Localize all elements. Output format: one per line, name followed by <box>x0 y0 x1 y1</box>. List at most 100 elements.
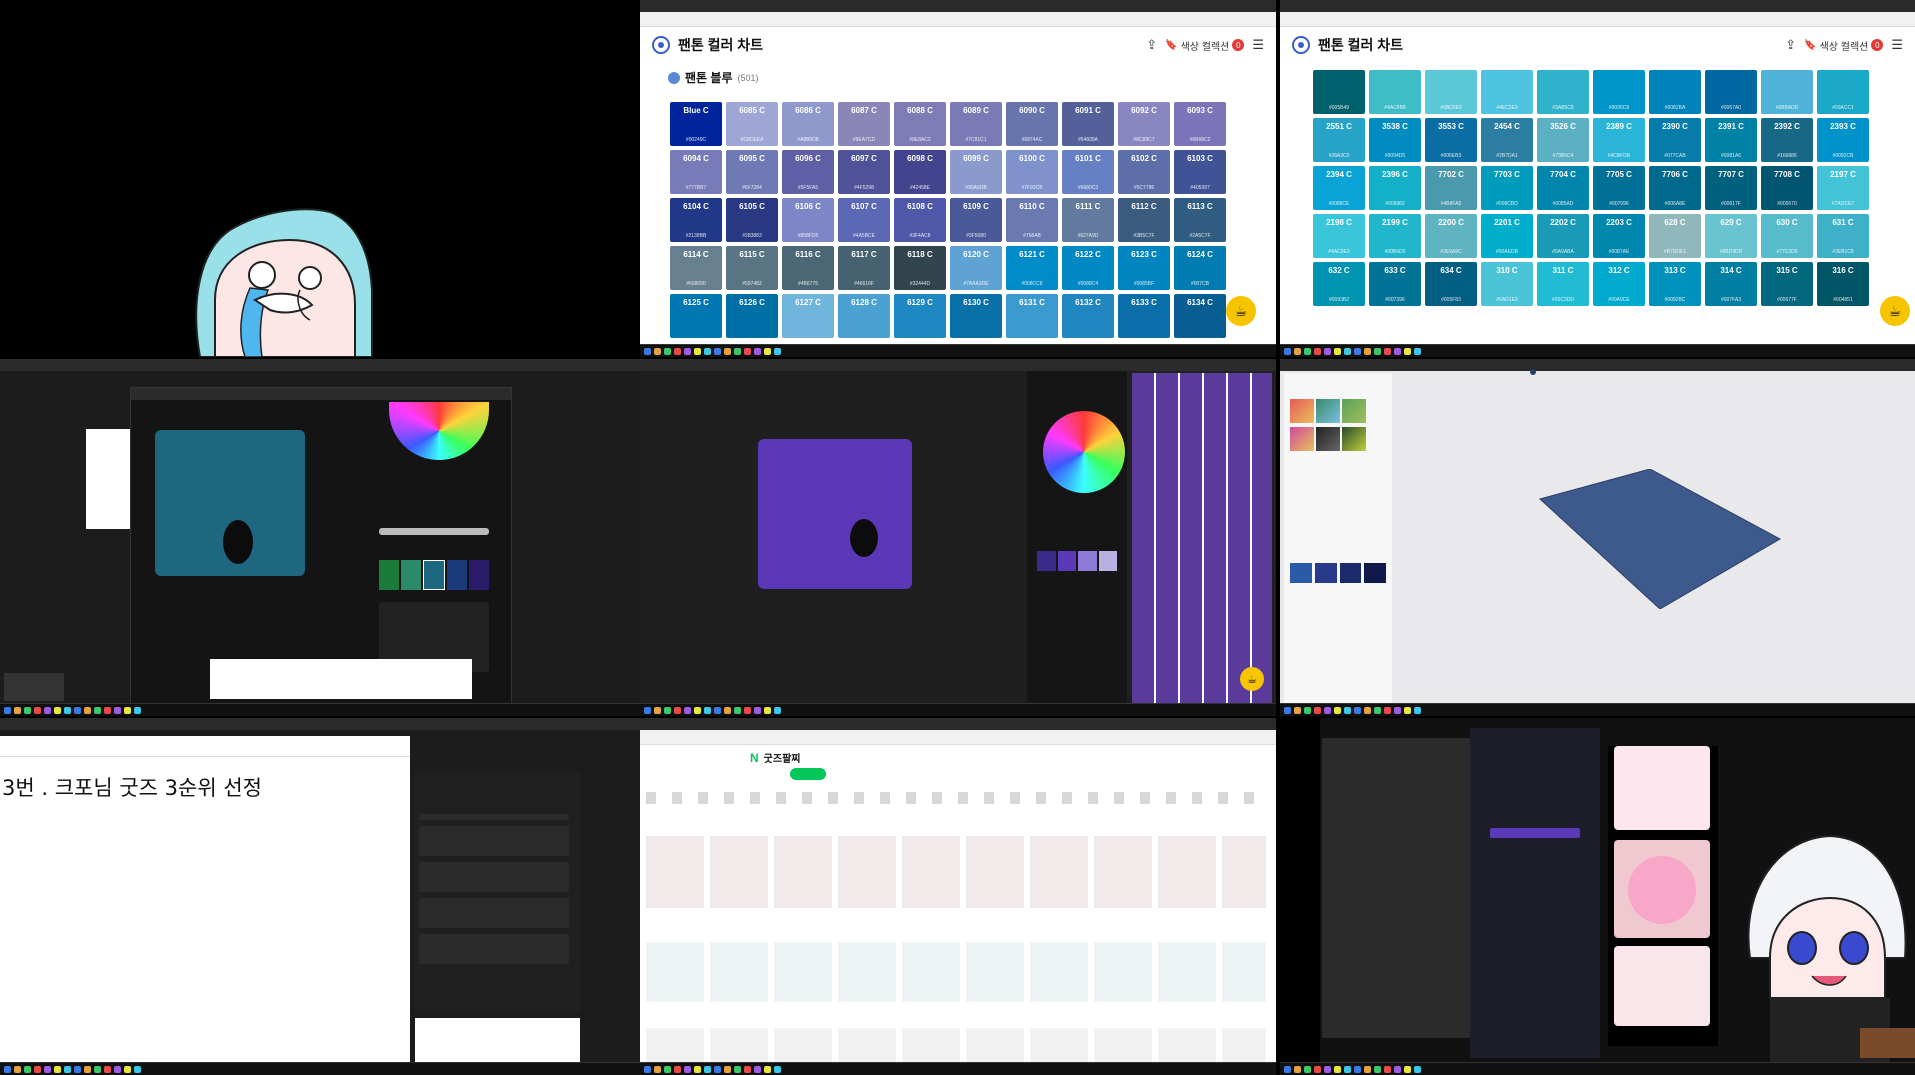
color-swatch[interactable]: 6102 C #5C7786 <box>1118 150 1170 194</box>
tone-selector[interactable] <box>379 528 489 535</box>
file-thumbnails[interactable] <box>419 814 569 964</box>
taskbar-app-icon[interactable] <box>764 1065 771 1073</box>
color-swatch[interactable]: 6107 C #4A5BCE <box>838 198 890 242</box>
taskbar-app-icon[interactable] <box>694 706 701 714</box>
taskbar-app-icon[interactable] <box>1294 706 1301 714</box>
taskbar-app-icon[interactable] <box>1284 706 1291 714</box>
taskbar-app-icon[interactable] <box>684 706 691 714</box>
taskbar-app-icon[interactable] <box>1284 1065 1291 1073</box>
color-swatch[interactable]: 315 C #00677F <box>1761 262 1813 306</box>
taskbar-app-icon[interactable] <box>1344 1065 1351 1073</box>
palette-swatch[interactable] <box>1078 551 1097 571</box>
color-swatch[interactable]: 2396 C #009982 <box>1369 166 1421 210</box>
share-icon[interactable]: ⇪ <box>1785 37 1796 53</box>
taskbar-app-icon[interactable] <box>1354 1065 1361 1073</box>
coffee-cup-icon[interactable]: ☕ <box>1240 667 1264 691</box>
color-option[interactable] <box>1364 563 1386 583</box>
color-swatch[interactable]: 634 C #005F83 <box>1425 262 1477 306</box>
palette-row[interactable] <box>379 560 489 590</box>
taskbar-app-icon[interactable] <box>1384 347 1391 355</box>
taskbar-app-icon[interactable] <box>774 1065 781 1073</box>
taskbar-app-icon[interactable] <box>724 706 731 714</box>
selected-chat-item[interactable] <box>1490 828 1580 838</box>
color-swatch[interactable]: 6134 C <box>1174 294 1226 338</box>
color-swatch[interactable]: 312 C #00A9CE <box>1593 262 1645 306</box>
taskbar-app-icon[interactable] <box>1314 1065 1321 1073</box>
taskbar-app-icon[interactable] <box>1404 347 1411 355</box>
color-swatch[interactable]: 630 C #77C5D5 <box>1761 214 1813 258</box>
taskbar-app-icon[interactable] <box>1314 347 1321 355</box>
taskbar-app-icon[interactable] <box>104 706 111 714</box>
color-swatch[interactable]: 2198 C #4AC9E3 <box>1313 214 1365 258</box>
taskbar-app-icon[interactable] <box>34 706 41 714</box>
taskbar-app-icon[interactable] <box>734 347 741 355</box>
color-swatch[interactable]: 7705 C #007096 <box>1593 166 1645 210</box>
category-chips[interactable] <box>646 792 1266 804</box>
palette-logo-icon[interactable] <box>652 36 670 54</box>
taskbar-app-icon[interactable] <box>1414 347 1421 355</box>
color-swatch[interactable]: 6113 C #2A5C7F <box>1174 198 1226 242</box>
taskbar-app-icon[interactable] <box>1314 706 1321 714</box>
taskbar-app-icon[interactable] <box>1324 706 1331 714</box>
taskbar-app-icon[interactable] <box>1304 1065 1311 1073</box>
color-swatch[interactable]: 6090 C #6874AC <box>1006 102 1058 146</box>
site-title[interactable]: 팬톤 컬러 차트 <box>678 35 763 55</box>
color-swatch[interactable]: #5BD3E0 <box>1425 70 1477 114</box>
taskbar-app-icon[interactable] <box>94 1065 101 1073</box>
taskbar-app-icon[interactable] <box>1334 706 1341 714</box>
color-swatch[interactable]: Blue C #00249C <box>670 102 722 146</box>
taskbar-app-icon[interactable] <box>1294 347 1301 355</box>
color-swatch[interactable]: 6087 C #9EA7CD <box>838 102 890 146</box>
taskbar-app-icon[interactable] <box>1344 347 1351 355</box>
color-swatch[interactable]: 633 C #007396 <box>1369 262 1421 306</box>
color-swatch[interactable]: 6114 C #668090 <box>670 246 722 290</box>
palette-swatch[interactable] <box>1098 551 1117 571</box>
texture-option[interactable] <box>1316 399 1340 423</box>
color-swatch[interactable]: #6BBADD <box>1761 70 1813 114</box>
color-swatch[interactable]: #005B49 <box>1313 70 1365 114</box>
palette-row[interactable] <box>1037 551 1117 571</box>
color-swatch[interactable]: 631 C #3EB1C8 <box>1817 214 1869 258</box>
taskbar-app-icon[interactable] <box>724 1065 731 1073</box>
taskbar-app-icon[interactable] <box>1304 706 1311 714</box>
color-swatch[interactable]: 6092 C #8C89C7 <box>1118 102 1170 146</box>
color-swatch[interactable]: 316 C #004851 <box>1817 262 1869 306</box>
taskbar-app-icon[interactable] <box>654 706 661 714</box>
texture-option[interactable] <box>1342 399 1366 423</box>
color-swatch[interactable]: 6108 C #3F4AC8 <box>894 198 946 242</box>
color-swatch[interactable]: 2393 C #0092CB <box>1817 118 1869 162</box>
texture-option[interactable] <box>1290 427 1314 451</box>
color-collection-button[interactable]: 🔖 색상 컬렉션 0 <box>1804 38 1884 53</box>
color-swatch[interactable]: 6130 C <box>950 294 1002 338</box>
color-swatch[interactable]: 6105 C #283883 <box>726 198 778 242</box>
color-swatch[interactable]: #00ACC1 <box>1817 70 1869 114</box>
color-swatch[interactable]: 2390 C #077CAB <box>1649 118 1701 162</box>
color-swatch[interactable]: 6094 C #777BB7 <box>670 150 722 194</box>
taskbar-app-icon[interactable] <box>1294 1065 1301 1073</box>
taskbar-app-icon[interactable] <box>704 347 711 355</box>
color-swatch[interactable]: 6098 C #42458E <box>894 150 946 194</box>
color-swatch[interactable]: 6122 C #0088C4 <box>1062 246 1114 290</box>
taskbar-app-icon[interactable] <box>1344 706 1351 714</box>
taskbar-app-icon[interactable] <box>1334 347 1341 355</box>
color-swatch[interactable]: 6132 C <box>1062 294 1114 338</box>
color-swatch[interactable]: 310 C #6AD1E3 <box>1481 262 1533 306</box>
color-swatch[interactable]: 2551 C #28A3C0 <box>1313 118 1365 162</box>
color-swatch[interactable]: 6099 C #90A5DB <box>950 150 1002 194</box>
taskbar-app-icon[interactable] <box>674 706 681 714</box>
hamburger-menu-icon[interactable]: ☰ <box>1891 37 1903 53</box>
hamburger-menu-icon[interactable]: ☰ <box>1252 37 1264 53</box>
taskbar-app-icon[interactable] <box>674 1065 681 1073</box>
color-swatch[interactable]: 6095 C #6F7284 <box>726 150 778 194</box>
color-swatch[interactable]: #4AC8B8 <box>1369 70 1421 114</box>
notepad-menubar[interactable] <box>0 736 410 757</box>
color-swatch[interactable]: 6131 C <box>1006 294 1058 338</box>
taskbar-app-icon[interactable] <box>714 1065 721 1073</box>
color-swatch[interactable]: 6096 C #5F5FA5 <box>782 150 834 194</box>
purple-swatch-column[interactable] <box>1132 373 1272 703</box>
taskbar-app-icon[interactable] <box>1324 347 1331 355</box>
taskbar-app-icon[interactable] <box>754 347 761 355</box>
color-swatch[interactable]: 7708 C #005670 <box>1761 166 1813 210</box>
color-swatch[interactable]: 6124 C #007CB <box>1174 246 1226 290</box>
taskbar-app-icon[interactable] <box>44 706 51 714</box>
